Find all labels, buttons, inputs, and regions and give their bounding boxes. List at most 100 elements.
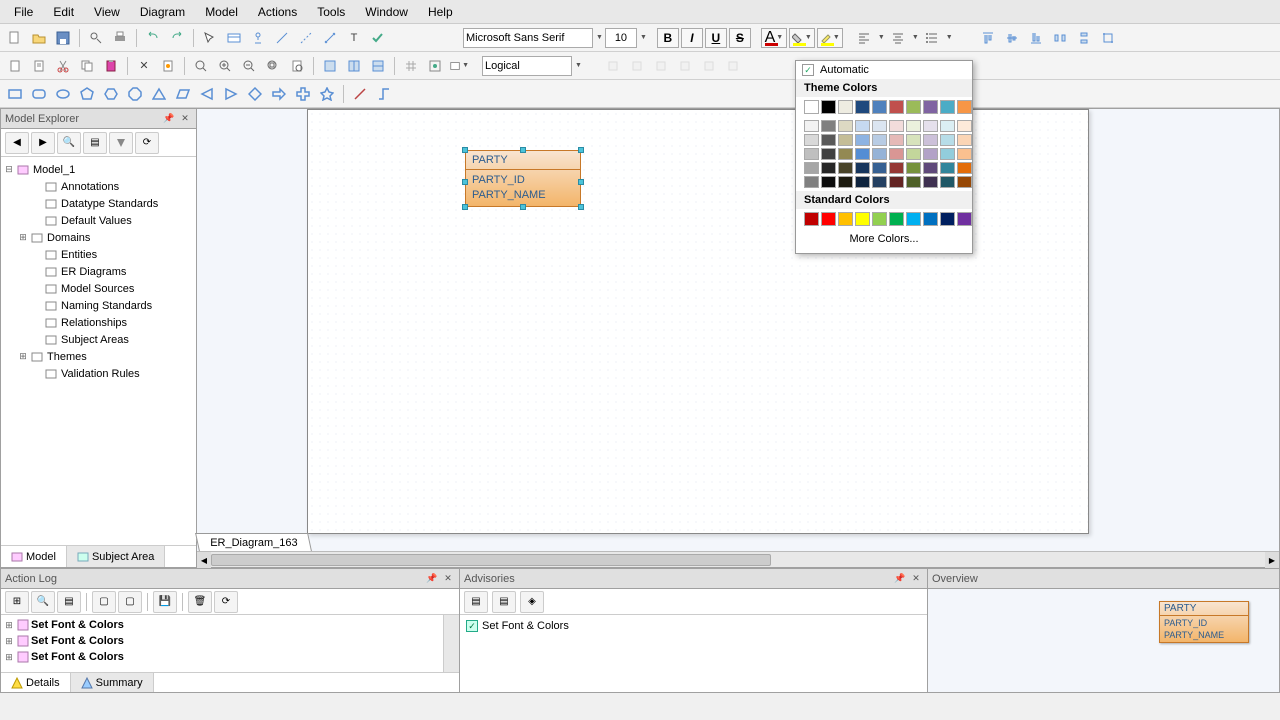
manytomany-icon[interactable] [319, 27, 341, 49]
scroll-right-icon[interactable]: ▶ [1265, 552, 1279, 568]
color-swatch[interactable] [804, 212, 819, 226]
align-center-icon[interactable] [887, 27, 909, 49]
color-swatch[interactable] [855, 134, 870, 146]
zoom-out-icon[interactable] [238, 55, 260, 77]
menu-model[interactable]: Model [195, 3, 248, 21]
close-icon[interactable]: ✕ [909, 572, 923, 586]
diamond-icon[interactable] [244, 83, 266, 105]
tree-item[interactable]: Domains [47, 232, 90, 244]
strike-button[interactable]: S [729, 28, 751, 48]
zoom-page-icon[interactable] [286, 55, 308, 77]
nonident-rel-icon[interactable] [295, 27, 317, 49]
color-swatch[interactable] [855, 212, 870, 226]
color-swatch[interactable] [957, 176, 972, 188]
log-item[interactable]: ⊞Set Font & Colors [3, 617, 441, 633]
pin-icon[interactable]: 📌 [162, 112, 176, 126]
pin-icon[interactable]: 📌 [425, 572, 439, 586]
scroll-left-icon[interactable]: ◀ [197, 552, 211, 568]
color-swatch[interactable] [957, 120, 972, 132]
parallelogram-icon[interactable] [172, 83, 194, 105]
color-swatch[interactable] [923, 212, 938, 226]
nav-fwd-icon[interactable]: ▶ [31, 132, 55, 154]
align-middle-icon[interactable] [1001, 27, 1023, 49]
color-swatch[interactable] [957, 134, 972, 146]
pentagon-icon[interactable] [76, 83, 98, 105]
color-swatch[interactable] [957, 162, 972, 174]
canvas-tab[interactable]: ER_Diagram_163 [195, 533, 312, 551]
color-swatch[interactable] [838, 162, 853, 174]
align-top-icon[interactable] [977, 27, 999, 49]
pin-icon[interactable]: 📌 [893, 572, 907, 586]
log-item[interactable]: ⊞Set Font & Colors [3, 633, 441, 649]
color-swatch[interactable] [906, 162, 921, 174]
automatic-color[interactable]: ✓ Automatic [796, 61, 972, 79]
cross-icon[interactable] [292, 83, 314, 105]
refresh-icon[interactable]: ⟳ [135, 132, 159, 154]
fill-color-button[interactable]: ▼ [789, 28, 815, 48]
color-swatch[interactable] [838, 148, 853, 160]
paste-icon[interactable] [100, 55, 122, 77]
rect-icon[interactable] [4, 83, 26, 105]
color-swatch[interactable] [855, 162, 870, 174]
chevron-down-icon[interactable]: ▼ [912, 34, 919, 41]
properties-icon[interactable] [157, 55, 179, 77]
underline-button[interactable]: U [705, 28, 727, 48]
tab-details[interactable]: Details [1, 673, 71, 692]
check-icon[interactable] [367, 27, 389, 49]
chevron-down-icon[interactable]: ▼ [878, 34, 885, 41]
font-color-button[interactable]: A▼ [761, 28, 787, 48]
color-swatch[interactable] [872, 162, 887, 174]
model-tree[interactable]: ⊟Model_1 Annotations Datatype Standards … [1, 157, 196, 545]
color-swatch[interactable] [838, 176, 853, 188]
adv-btn-icon[interactable]: ▤ [492, 591, 516, 613]
group-icon[interactable] [1097, 27, 1119, 49]
tab-summary[interactable]: Summary [71, 673, 154, 692]
tab-model[interactable]: Model [1, 546, 67, 567]
octagon-icon[interactable] [124, 83, 146, 105]
snap-icon[interactable] [424, 55, 446, 77]
menu-file[interactable]: File [4, 3, 43, 21]
close-icon[interactable]: ✕ [178, 112, 192, 126]
scroll-thumb[interactable] [211, 554, 771, 566]
open-icon[interactable] [28, 27, 50, 49]
menu-edit[interactable]: Edit [43, 3, 84, 21]
tree-item[interactable]: Datatype Standards [61, 198, 158, 210]
nav-back-icon[interactable]: ◀ [5, 132, 29, 154]
color-swatch[interactable] [940, 148, 955, 160]
color-swatch[interactable] [838, 120, 853, 132]
color-swatch[interactable] [889, 212, 904, 226]
triangle-icon[interactable] [148, 83, 170, 105]
color-swatch[interactable] [957, 100, 972, 114]
color-swatch[interactable] [872, 148, 887, 160]
menu-actions[interactable]: Actions [248, 3, 307, 21]
grid-icon[interactable] [400, 55, 422, 77]
color-swatch[interactable] [821, 176, 836, 188]
tree-item[interactable]: Validation Rules [61, 368, 140, 380]
undo-icon[interactable] [142, 27, 164, 49]
window1-icon[interactable] [319, 55, 341, 77]
list-icon[interactable] [921, 27, 943, 49]
cut-icon[interactable] [52, 55, 74, 77]
log-save-icon[interactable]: 💾 [153, 591, 177, 613]
connector-icon[interactable] [373, 83, 395, 105]
color-swatch[interactable] [923, 148, 938, 160]
color-swatch[interactable] [821, 162, 836, 174]
view-level-select[interactable] [482, 56, 572, 76]
distribute-v-icon[interactable] [1073, 27, 1095, 49]
doc2-icon[interactable] [28, 55, 50, 77]
color-swatch[interactable] [889, 176, 904, 188]
color-swatch[interactable] [889, 148, 904, 160]
zoom-normal-icon[interactable] [190, 55, 212, 77]
doc1-icon[interactable] [4, 55, 26, 77]
color-swatch[interactable] [838, 212, 853, 226]
italic-button[interactable]: I [681, 28, 703, 48]
color-swatch[interactable] [804, 176, 819, 188]
dropdown-icon[interactable]: ▼ [448, 55, 470, 77]
highlight-button[interactable]: ▼ [817, 28, 843, 48]
arrow-icon[interactable] [268, 83, 290, 105]
color-swatch[interactable] [804, 162, 819, 174]
tree-item[interactable]: Annotations [61, 181, 119, 193]
tree-item[interactable]: Entities [61, 249, 97, 261]
color-swatch[interactable] [889, 134, 904, 146]
bold-button[interactable]: B [657, 28, 679, 48]
